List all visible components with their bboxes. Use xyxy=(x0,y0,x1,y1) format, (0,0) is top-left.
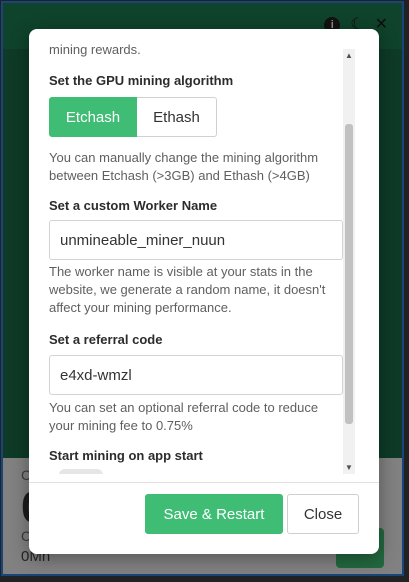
scroll-down-icon[interactable]: ▼ xyxy=(343,463,355,472)
worker-name-input[interactable]: unmineable_miner_nuun xyxy=(49,220,343,260)
algorithm-selector: Etchash Ethash xyxy=(49,97,217,137)
start-on-launch-label: Start mining on app start xyxy=(49,448,203,463)
algorithm-option-ethash[interactable]: Ethash xyxy=(137,97,217,137)
cut-off-help-text: mining rewards. xyxy=(49,42,141,57)
scroll-up-icon[interactable]: ▲ xyxy=(343,51,355,60)
worker-name-label: Set a custom Worker Name xyxy=(49,198,218,213)
settings-scroll-area[interactable]: mining rewards. Set the GPU mining algor… xyxy=(29,29,359,474)
start-on-launch-toggle[interactable] xyxy=(59,469,103,474)
settings-modal: mining rewards. Set the GPU mining algor… xyxy=(29,29,379,554)
modal-footer-divider xyxy=(29,482,379,483)
algorithm-option-etchash[interactable]: Etchash xyxy=(49,97,137,137)
referral-code-label: Set a referral code xyxy=(49,332,163,347)
algorithm-label: Set the GPU mining algorithm xyxy=(49,73,234,88)
referral-code-input[interactable]: e4xd-wmzl xyxy=(49,355,343,395)
worker-name-help-text: The worker name is visible at your stats… xyxy=(49,264,326,315)
algorithm-help-text: You can manually change the mining algor… xyxy=(49,150,319,183)
scroll-thumb[interactable] xyxy=(345,124,353,424)
save-restart-button[interactable]: Save & Restart xyxy=(145,494,283,534)
modal-scrollbar[interactable]: ▲ ▼ xyxy=(343,49,355,474)
referral-code-help-text: You can set an optional referral code to… xyxy=(49,400,319,433)
close-button[interactable]: Close xyxy=(287,494,359,534)
